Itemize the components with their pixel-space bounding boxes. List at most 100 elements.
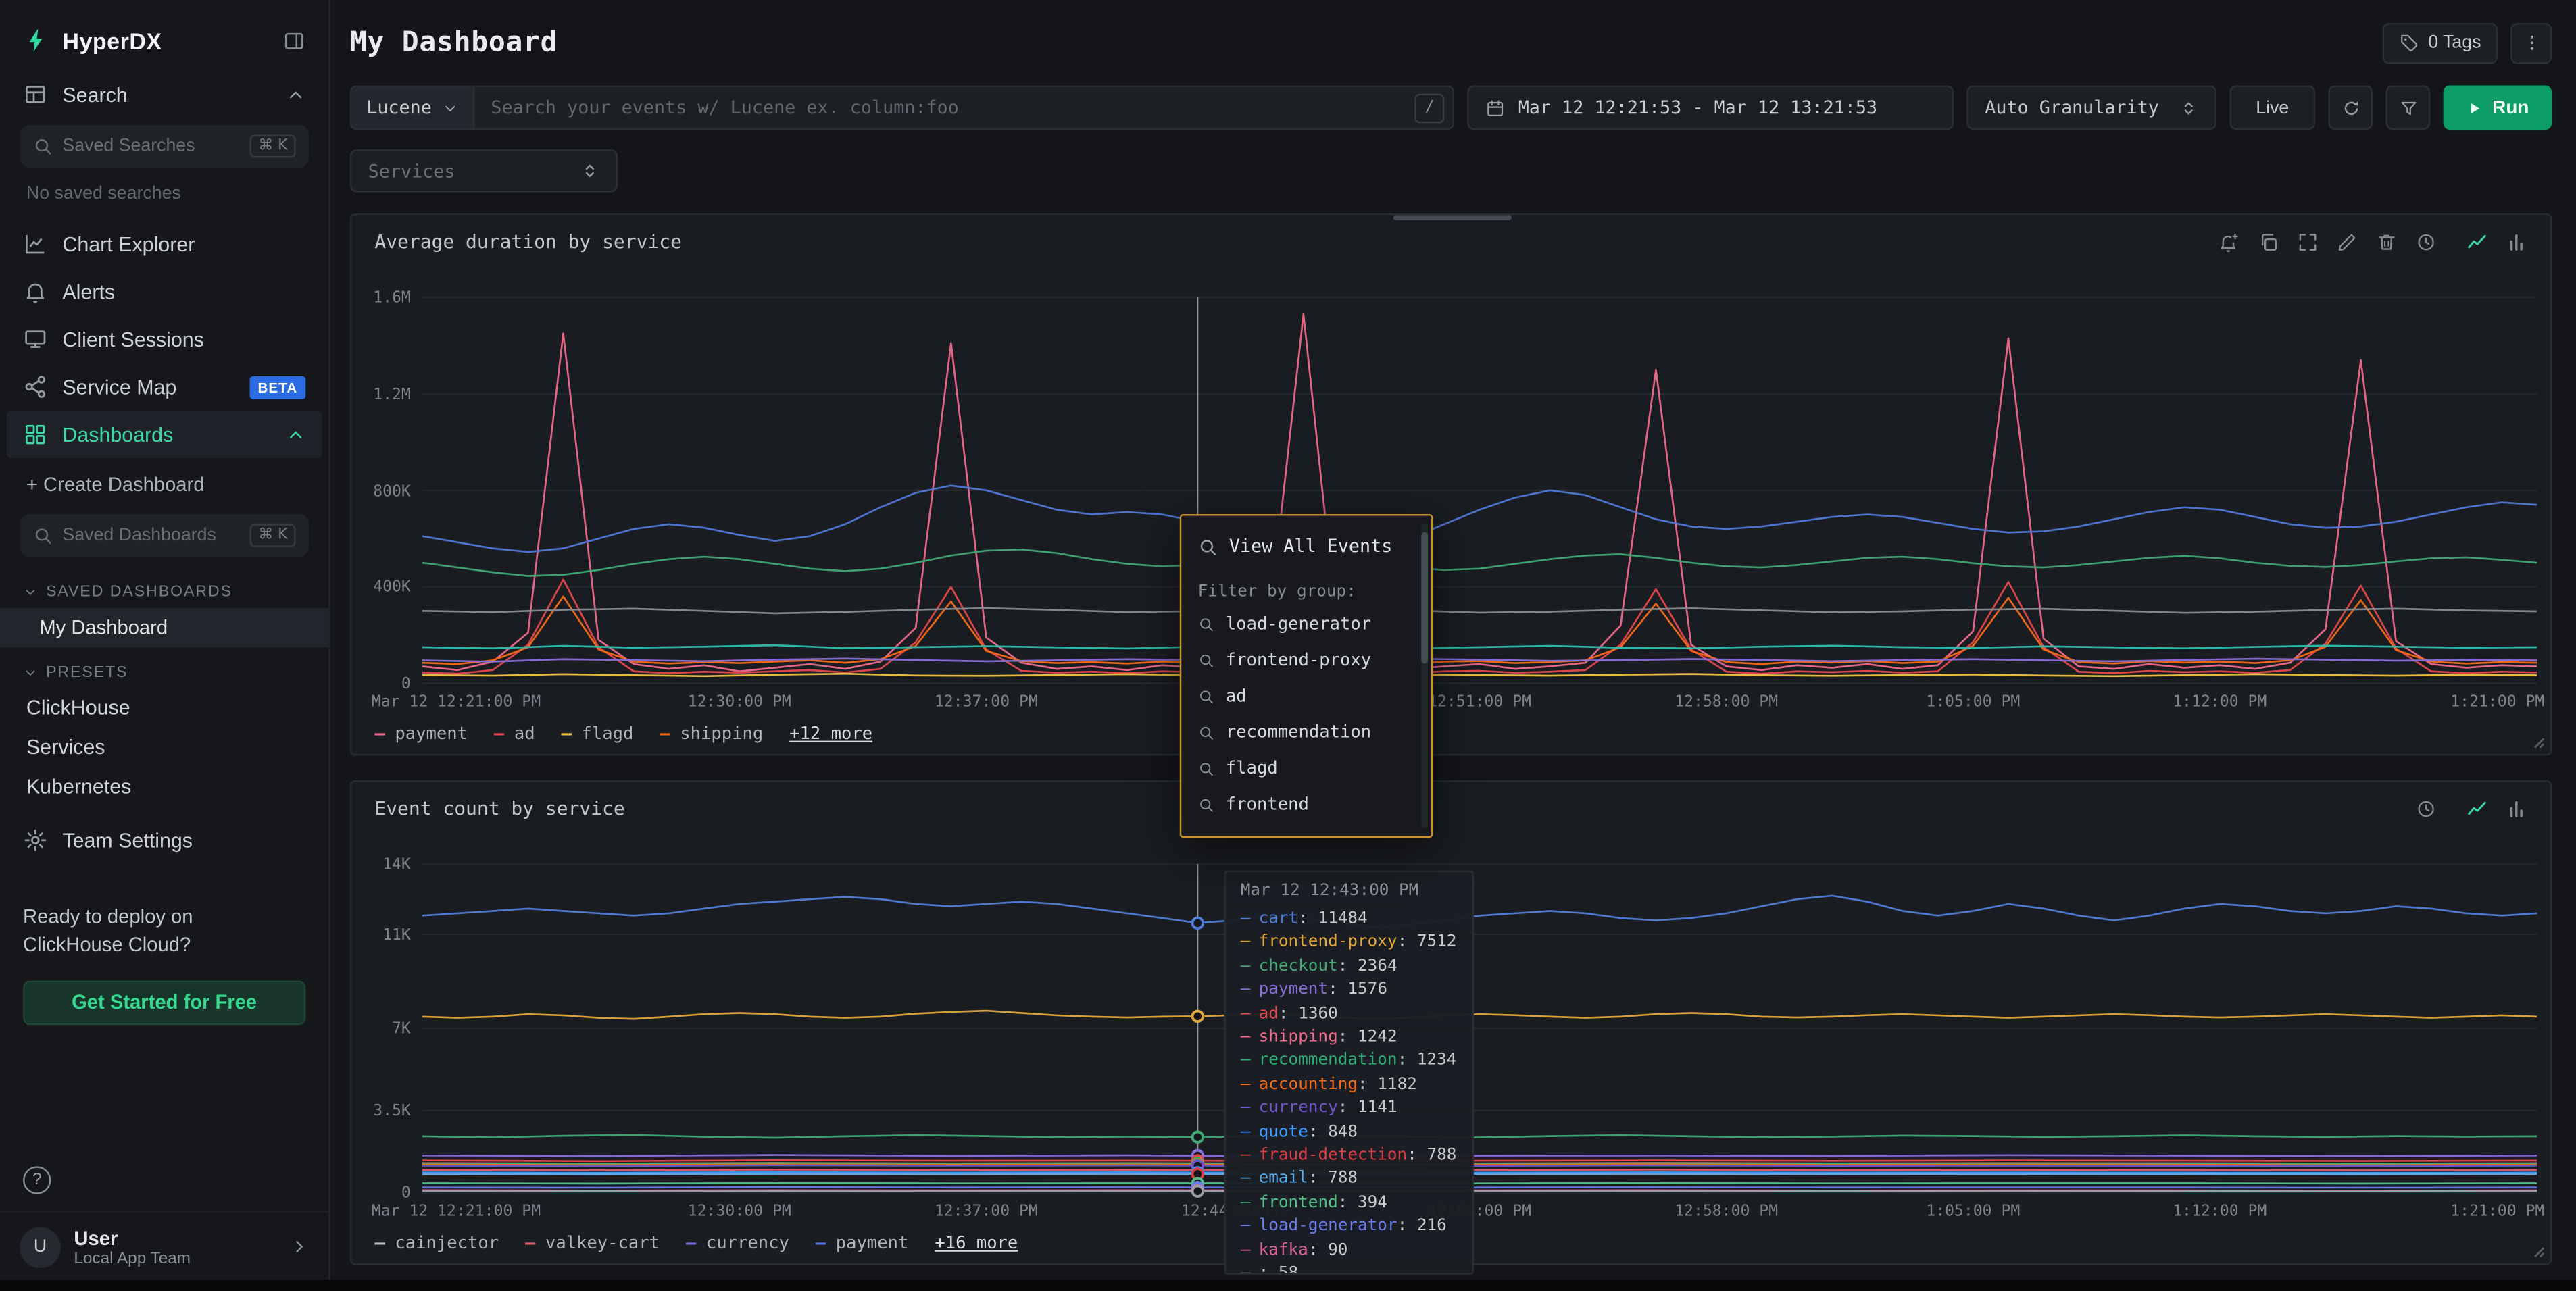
chevron-up-icon[interactable] — [286, 425, 305, 445]
tag-icon — [2398, 33, 2418, 53]
legend-item[interactable]: cainjector — [374, 1234, 499, 1253]
query-language-dropdown[interactable]: Lucene — [351, 87, 474, 128]
sidebar: HyperDX Search Saved Searches ⌘ K No sav… — [0, 0, 330, 1291]
duplicate-icon[interactable] — [2258, 231, 2279, 253]
popup-scrollbar-thumb[interactable] — [1421, 532, 1428, 664]
legend-label: shipping — [680, 724, 763, 744]
sidebar-spacer — [0, 1044, 328, 1166]
legend-item[interactable]: payment — [374, 724, 468, 744]
series-dash — [1241, 1240, 1251, 1263]
sidebar-item-chart-explorer[interactable]: Chart Explorer — [0, 220, 328, 268]
filters-button[interactable] — [2386, 85, 2431, 130]
delete-icon[interactable] — [2376, 231, 2398, 253]
saved-dashboards-section-header[interactable]: SAVED DASHBOARDS — [0, 567, 328, 608]
panel-header: Event count by service — [351, 782, 2550, 819]
legend-item[interactable]: currency — [686, 1234, 789, 1253]
services-filter-select[interactable]: Services — [350, 149, 618, 192]
tags-button[interactable]: 0 Tags — [2382, 22, 2498, 64]
panel-title: Average duration by service — [374, 230, 682, 253]
series-line-currency — [422, 1165, 2537, 1166]
collapse-sidebar-icon[interactable] — [282, 29, 305, 52]
get-started-button[interactable]: Get Started for Free — [23, 980, 305, 1025]
monitor-icon — [23, 327, 47, 351]
alert-add-icon[interactable] — [2219, 231, 2240, 253]
y-tick-label: 3.5K — [373, 1104, 411, 1119]
series-name: payment — [1259, 980, 1329, 1003]
group-filter-label: flagd — [1226, 759, 1278, 778]
view-all-events-item[interactable]: View All Events — [1181, 522, 1431, 570]
search-input[interactable]: Search your events w/ Lucene ex. column:… — [474, 97, 1414, 118]
create-dashboard-button[interactable]: + Create Dashboard — [0, 458, 328, 507]
granularity-select[interactable]: Auto Granularity — [1967, 85, 2217, 130]
beta-badge: BETA — [249, 376, 305, 399]
bar-chart-toggle-icon[interactable] — [2506, 231, 2527, 253]
group-filter-item[interactable]: frontend-proxy — [1181, 642, 1431, 678]
series-name: shipping — [1259, 1027, 1338, 1050]
tooltip-row: currency 1141 — [1241, 1098, 1458, 1121]
sidebar-item-alerts[interactable]: Alerts — [0, 268, 328, 315]
legend-list: payment ad flagd shipping — [374, 724, 763, 744]
sidebar-item-services[interactable]: Services — [0, 728, 328, 767]
event-search-box[interactable]: Lucene Search your events w/ Lucene ex. … — [350, 85, 1454, 130]
legend-item[interactable]: shipping — [660, 724, 763, 744]
user-name: User — [74, 1226, 191, 1250]
series-name: fraud-detection — [1259, 1145, 1408, 1169]
legend-item[interactable]: payment — [816, 1234, 909, 1253]
legend-more-link[interactable]: +16 more — [935, 1234, 1018, 1253]
legend-item[interactable]: ad — [494, 724, 535, 744]
sidebar-item-clickhouse[interactable]: ClickHouse — [0, 688, 328, 728]
line-chart-toggle-icon[interactable] — [2467, 231, 2488, 253]
saved-dashboards-input[interactable]: Saved Dashboards ⌘ K — [20, 514, 309, 557]
hyperdx-app: HyperDX Search Saved Searches ⌘ K No sav… — [0, 0, 2576, 1291]
chevron-up-icon[interactable] — [286, 84, 305, 104]
legend-more-link[interactable]: +12 more — [789, 724, 872, 744]
time-icon[interactable] — [2415, 231, 2437, 253]
run-button[interactable]: Run — [2444, 85, 2552, 130]
x-tick-label: 1:12:00 PM — [2173, 693, 2267, 711]
bar-chart-toggle-icon[interactable] — [2506, 797, 2527, 819]
sidebar-item-search[interactable]: Search — [0, 71, 328, 119]
panel-resize-handle[interactable] — [2531, 734, 2546, 749]
presets-section-header[interactable]: PRESETS — [0, 647, 328, 688]
bottom-edge-bar — [0, 1280, 2576, 1291]
more-options-button[interactable] — [2510, 22, 2552, 64]
sidebar-item-team-settings[interactable]: Team Settings — [0, 816, 328, 864]
sidebar-item-my-dashboard[interactable]: My Dashboard — [0, 608, 328, 647]
chart-plot-area[interactable]: 1.6M1.2M800K400K0 Mar 12 12:21:00 PM12:3… — [422, 297, 2537, 683]
group-filter-item[interactable]: frontend — [1181, 787, 1431, 823]
refresh-button[interactable] — [2328, 85, 2373, 130]
saved-searches-input[interactable]: Saved Searches ⌘ K — [20, 125, 309, 168]
y-tick-label: 400K — [373, 580, 411, 596]
line-chart-toggle-icon[interactable] — [2467, 797, 2488, 819]
sidebar-item-kubernetes[interactable]: Kubernetes — [0, 767, 328, 807]
hyperdx-logo-icon — [23, 26, 51, 54]
tooltip-row: 58 — [1241, 1263, 1458, 1275]
series-dash — [1241, 1027, 1251, 1050]
group-filter-item[interactable]: recommendation — [1181, 715, 1431, 751]
panel-header: Average duration by service — [351, 216, 2550, 253]
help-button[interactable]: ? — [23, 1165, 51, 1193]
expand-icon[interactable] — [2297, 231, 2319, 253]
date-range-picker[interactable]: Mar 12 12:21:53 - Mar 12 13:21:53 — [1467, 85, 1954, 130]
chart-plot-area[interactable]: 14K11K7K3.5K0 Mar 12 12:21:00 PM12:30:00… — [422, 864, 2537, 1192]
group-filter-item[interactable]: flagd — [1181, 751, 1431, 786]
tooltip-timestamp: Mar 12 12:43:00 PM — [1241, 882, 1458, 901]
sidebar-item-dashboards[interactable]: Dashboards — [7, 411, 322, 459]
legend-item[interactable]: valkey-cart — [525, 1234, 660, 1253]
panel-resize-handle[interactable] — [2531, 1244, 2546, 1259]
live-button[interactable]: Live — [2230, 85, 2315, 130]
sidebar-item-service-map[interactable]: Service Map BETA — [0, 363, 328, 411]
legend-item[interactable]: flagd — [562, 724, 634, 744]
panel-drag-handle[interactable] — [1393, 216, 1512, 220]
panel-actions — [2219, 231, 2527, 253]
user-menu[interactable]: U User Local App Team — [0, 1210, 328, 1291]
table-icon — [23, 82, 47, 107]
tooltip-row: frontend 394 — [1241, 1192, 1458, 1216]
group-filter-item[interactable]: ad — [1181, 678, 1431, 714]
series-dash — [1241, 1263, 1251, 1275]
edit-icon[interactable] — [2337, 231, 2358, 253]
search-icon — [1198, 536, 1218, 556]
time-icon[interactable] — [2415, 797, 2437, 819]
sidebar-item-client-sessions[interactable]: Client Sessions — [0, 315, 328, 363]
group-filter-item[interactable]: load-generator — [1181, 606, 1431, 642]
